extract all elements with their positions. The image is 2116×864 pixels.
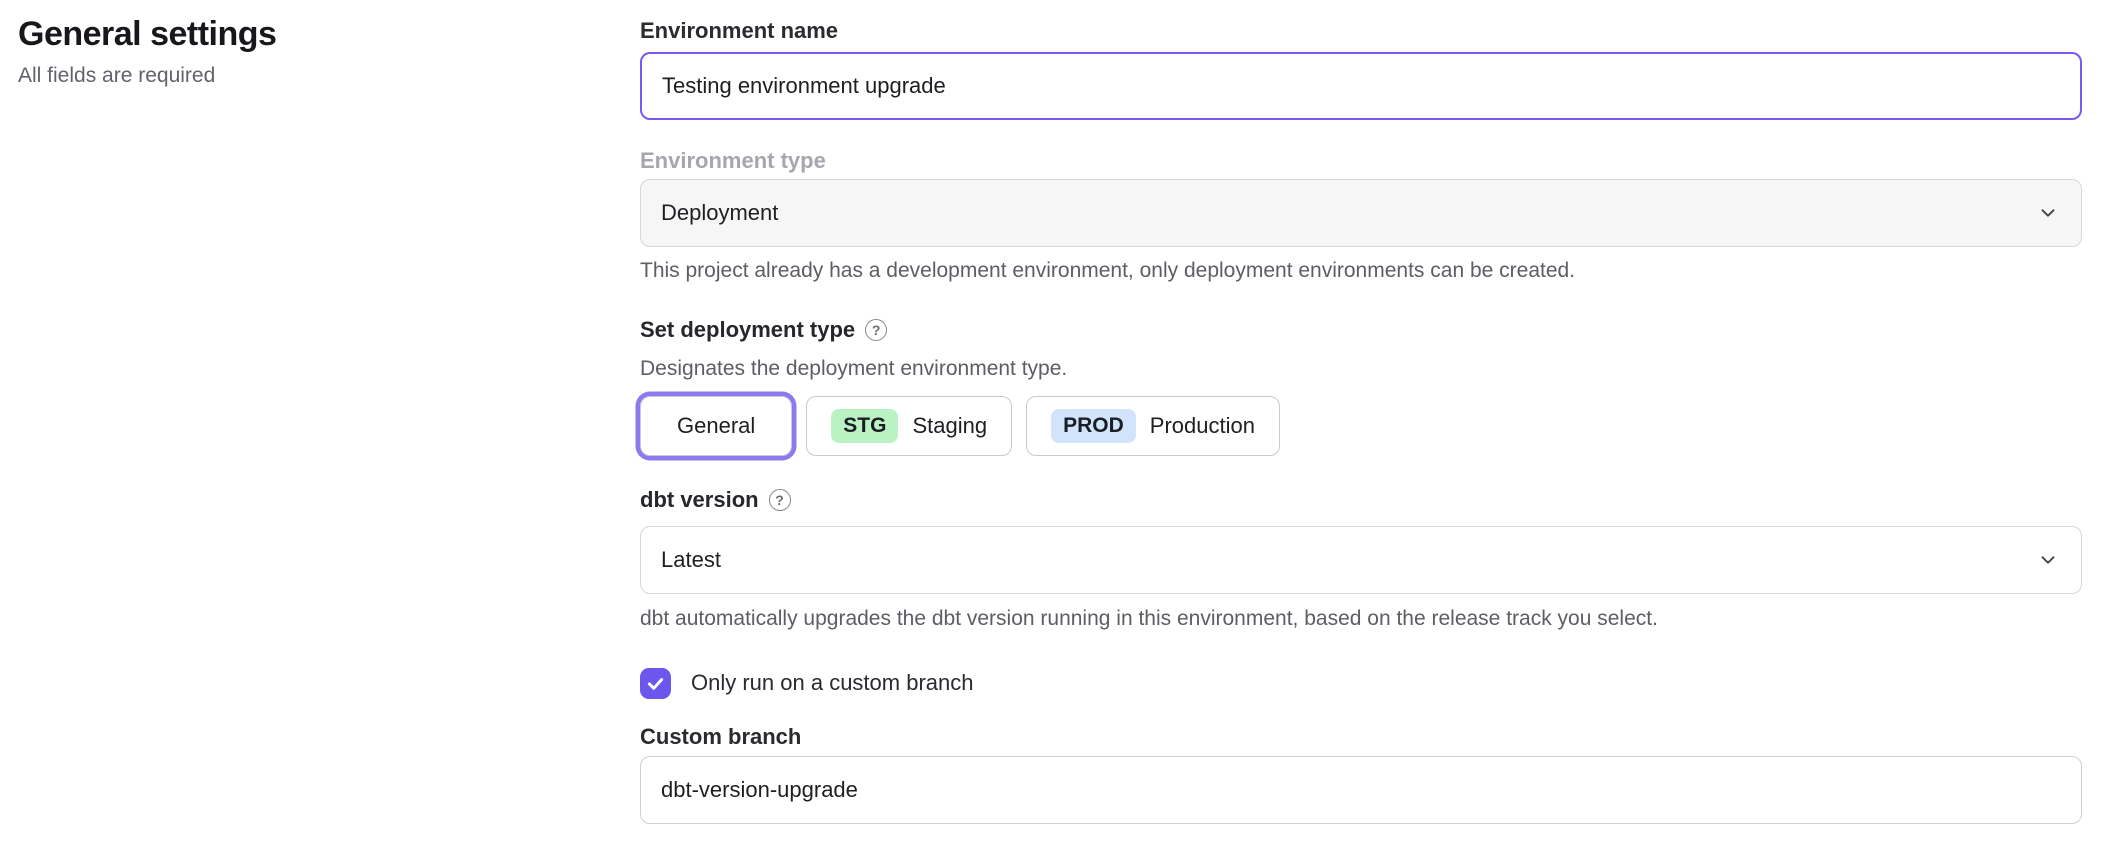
custom-branch-label: Custom branch	[640, 722, 2082, 752]
dbt-version-select[interactable]: Latest	[640, 526, 2082, 594]
production-badge: PROD	[1051, 409, 1136, 443]
staging-button-label: Staging	[912, 413, 987, 439]
staging-badge: STG	[831, 409, 898, 443]
production-button-label: Production	[1150, 413, 1255, 439]
deployment-type-header: Set deployment type ?	[640, 314, 2082, 346]
general-button-label: General	[677, 413, 755, 439]
deployment-type-production-button[interactable]: PROD Production	[1026, 396, 1280, 456]
deployment-type-helper: Designates the deployment environment ty…	[640, 354, 2082, 384]
deployment-type-label: Set deployment type	[640, 314, 855, 346]
help-icon[interactable]: ?	[769, 489, 791, 511]
custom-branch-input[interactable]	[640, 756, 2082, 824]
environment-type-value: Deployment	[661, 200, 778, 226]
dbt-version-value: Latest	[661, 547, 721, 573]
chevron-down-icon	[2037, 549, 2059, 571]
custom-branch-toggle-label: Only run on a custom branch	[691, 668, 973, 698]
page-title: General settings	[18, 12, 438, 56]
dbt-version-helper: dbt automatically upgrades the dbt versi…	[640, 604, 2082, 634]
deployment-type-general-button[interactable]: General	[640, 396, 792, 456]
environment-settings-form: Environment name Environment type Deploy…	[640, 0, 2082, 824]
help-icon[interactable]: ?	[865, 319, 887, 341]
settings-header: General settings All fields are required	[18, 12, 438, 90]
environment-name-input[interactable]	[640, 52, 2082, 120]
custom-branch-checkbox[interactable]	[640, 668, 671, 699]
deployment-type-options: General STG Staging PROD Production	[640, 396, 2082, 456]
page-subtitle: All fields are required	[18, 62, 438, 90]
environment-name-label: Environment name	[640, 16, 2082, 46]
custom-branch-toggle-row: Only run on a custom branch	[640, 666, 2082, 700]
deployment-type-staging-button[interactable]: STG Staging	[806, 396, 1012, 456]
dbt-version-label: dbt version	[640, 484, 759, 516]
environment-type-label: Environment type	[640, 146, 2082, 176]
general-settings-page: General settings All fields are required…	[0, 0, 2116, 864]
dbt-version-header: dbt version ?	[640, 484, 2082, 516]
checkmark-icon	[645, 673, 666, 694]
environment-type-helper: This project already has a development e…	[640, 256, 2082, 286]
environment-type-select: Deployment	[640, 179, 2082, 247]
chevron-down-icon	[2037, 202, 2059, 224]
